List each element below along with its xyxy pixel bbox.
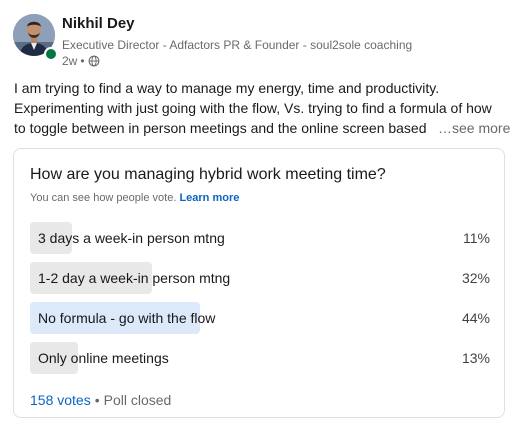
post-time: 2w	[62, 54, 78, 68]
poll-subtitle-text: You can see how people vote.	[30, 192, 177, 204]
poll-option-label: No formula - go with the flow	[38, 310, 216, 326]
poll-option[interactable]: 1-2 day a week-in person mtng 32%	[30, 262, 490, 294]
poll-option-label: Only online meetings	[38, 350, 169, 366]
poll-option-percent: 13%	[461, 350, 490, 366]
footer-separator: •	[94, 392, 100, 408]
author-headline: Executive Director - Adfactors PR & Foun…	[62, 38, 413, 52]
poll-option-label: 3 days a week-in person mtng	[38, 230, 225, 246]
poll-question: How are you managing hybrid work meeting…	[30, 166, 386, 183]
feed-post: Nikhil Dey Executive Director - Adfactor…	[0, 0, 520, 427]
poll-votes-link[interactable]: 158 votes	[30, 392, 91, 408]
poll-card: How are you managing hybrid work meeting…	[13, 148, 505, 418]
online-status-indicator	[44, 47, 58, 61]
meta-separator: •	[80, 54, 85, 68]
poll-option-percent: 11%	[463, 230, 490, 246]
post-text: I am trying to find a way to manage my e…	[14, 78, 510, 138]
poll-option-selected[interactable]: No formula - go with the flow 44%	[30, 302, 490, 334]
poll-status: Poll closed	[103, 392, 172, 408]
author-name[interactable]: Nikhil Dey	[62, 15, 135, 32]
poll-option[interactable]: Only online meetings 13%	[30, 342, 490, 374]
poll-option-percent: 32%	[461, 270, 490, 286]
post-text-line: Experimenting with just going with the f…	[14, 100, 492, 116]
globe-icon	[88, 55, 99, 67]
poll-footer: 158 votes • Poll closed	[30, 392, 171, 408]
poll-option-percent: 44%	[461, 310, 490, 326]
post-text-line: I am trying to find a way to manage my e…	[14, 80, 440, 96]
poll-subtitle: You can see how people vote. Learn more	[30, 192, 239, 204]
post-meta: 2w •	[62, 54, 100, 68]
poll-option[interactable]: 3 days a week-in person mtng 11%	[30, 222, 490, 254]
post-text-line: to toggle between in person meetings and…	[14, 120, 427, 136]
learn-more-link[interactable]: Learn more	[179, 192, 239, 204]
see-more-button[interactable]: …see more	[438, 118, 510, 138]
poll-option-label: 1-2 day a week-in person mtng	[38, 270, 231, 286]
